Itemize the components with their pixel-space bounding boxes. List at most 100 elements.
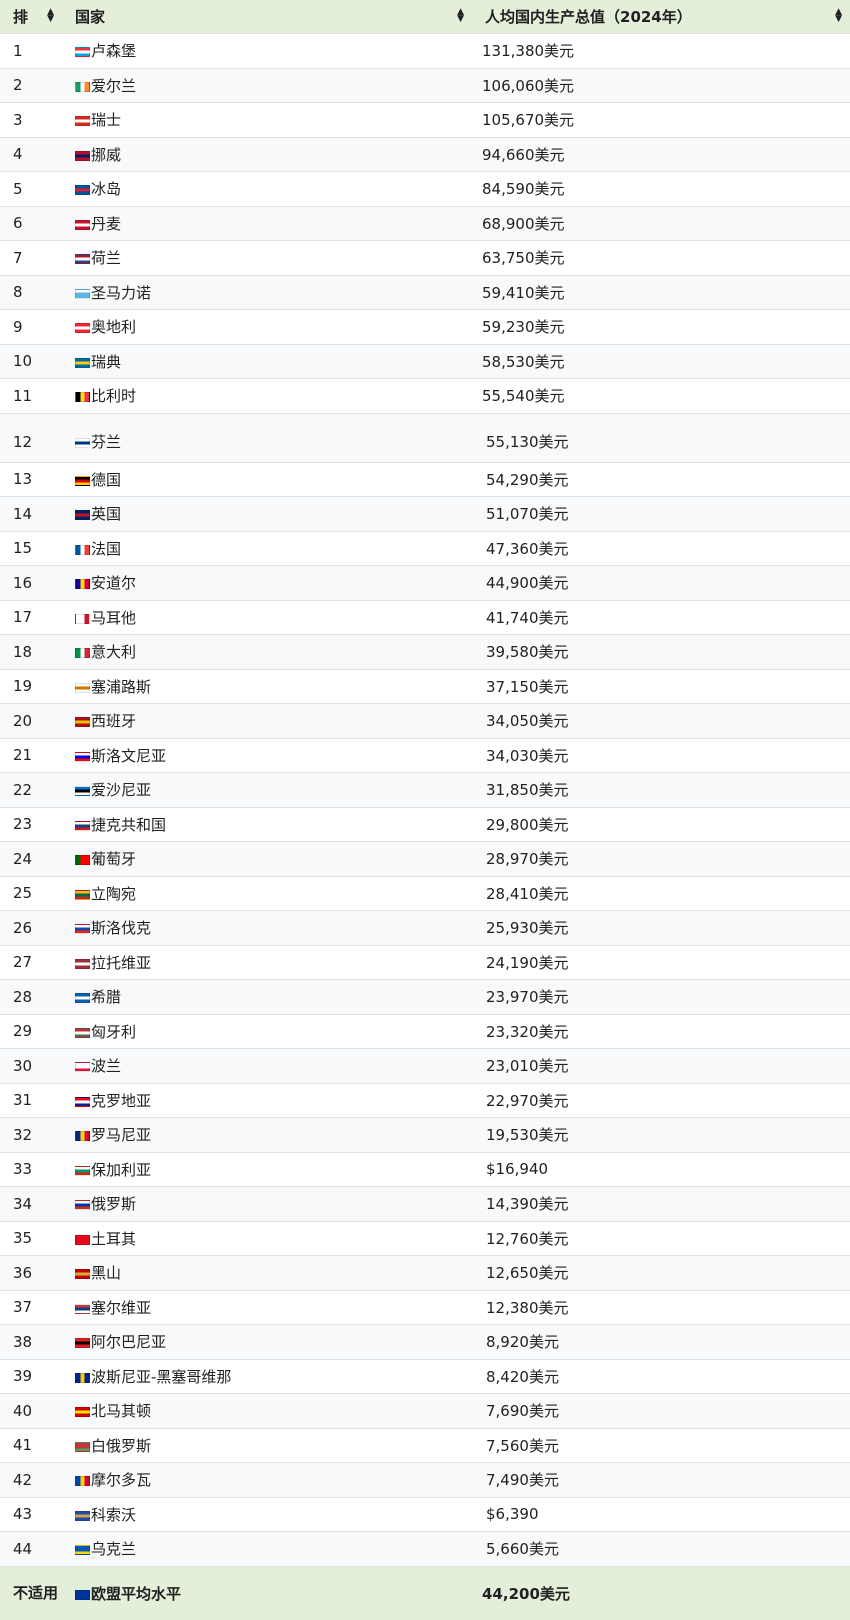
- country-name[interactable]: 科索沃: [91, 1506, 136, 1524]
- country-cell: 捷克共和国: [62, 806, 472, 842]
- country-name[interactable]: 意大利: [91, 643, 136, 661]
- sort-icon[interactable]: ▲ ▼: [835, 8, 842, 24]
- country-flag-icon: [75, 81, 90, 92]
- table-row: 29 匈牙利 23,320美元: [0, 1013, 850, 1049]
- country-flag-icon: [75, 1200, 90, 1211]
- country-flag-icon: [75, 1027, 90, 1038]
- total-gdp-cell: 44,200美元: [472, 1565, 850, 1620]
- rank-cell: 9: [0, 309, 62, 344]
- table-row: 10 瑞典 58,530美元: [0, 343, 850, 379]
- country-name[interactable]: 阿尔巴尼亚: [91, 1333, 166, 1351]
- gdp-header-label: 人均国内生产总值（2024年）: [485, 8, 692, 26]
- country-name[interactable]: 摩尔多瓦: [91, 1471, 151, 1489]
- country-cell: 立陶宛: [62, 875, 472, 911]
- country-flag-icon: [75, 510, 90, 521]
- country-name[interactable]: 比利时: [91, 387, 136, 405]
- country-name[interactable]: 土耳其: [91, 1230, 136, 1248]
- country-cell: 爱尔兰: [62, 67, 472, 103]
- country-name[interactable]: 塞尔维亚: [91, 1299, 151, 1317]
- table-row: 20 西班牙 34,050美元: [0, 703, 850, 738]
- gdp-cell: 59,230美元: [472, 309, 850, 344]
- country-name[interactable]: 俄罗斯: [91, 1195, 136, 1213]
- country-name[interactable]: 乌克兰: [91, 1540, 136, 1558]
- country-name[interactable]: 立陶宛: [91, 885, 136, 903]
- country-name[interactable]: 德国: [91, 471, 121, 489]
- country-name[interactable]: 北马其顿: [91, 1402, 151, 1420]
- country-name[interactable]: 瑞典: [91, 353, 121, 371]
- country-name[interactable]: 捷克共和国: [91, 816, 166, 834]
- rank-cell: 39: [0, 1358, 62, 1394]
- gdp-cell: 106,060美元: [472, 67, 850, 103]
- country-flag-icon: [75, 1234, 90, 1245]
- country-flag-icon: [75, 855, 90, 866]
- table-row: 3 瑞士 105,670美元: [0, 102, 850, 137]
- country-name[interactable]: 保加利亚: [91, 1161, 151, 1179]
- country-cell: 圣马力诺: [62, 274, 472, 310]
- country-name[interactable]: 冰岛: [91, 180, 121, 198]
- country-name[interactable]: 圣马力诺: [91, 284, 151, 302]
- country-name[interactable]: 爱尔兰: [91, 77, 136, 95]
- country-name[interactable]: 罗马尼亚: [91, 1126, 151, 1144]
- country-name[interactable]: 斯洛文尼亚: [91, 747, 166, 765]
- country-name[interactable]: 波斯尼亚-黑塞哥维那: [91, 1368, 231, 1386]
- rank-cell: 13: [0, 461, 62, 497]
- country-cell: 波兰: [62, 1048, 472, 1083]
- country-name[interactable]: 克罗地亚: [91, 1092, 151, 1110]
- country-name[interactable]: 安道尔: [91, 574, 136, 592]
- country-name[interactable]: 爱沙尼亚: [91, 781, 151, 799]
- rank-cell: 15: [0, 530, 62, 566]
- country-flag-icon: [75, 682, 90, 693]
- country-name[interactable]: 西班牙: [91, 712, 136, 730]
- country-name[interactable]: 塞浦路斯: [91, 678, 151, 696]
- country-name[interactable]: 丹麦: [91, 215, 121, 233]
- country-flag-icon: [75, 47, 90, 58]
- rank-cell: 12: [0, 412, 62, 462]
- country-name[interactable]: 挪威: [91, 146, 121, 164]
- country-name[interactable]: 瑞士: [91, 111, 121, 129]
- country-name[interactable]: 拉托维亚: [91, 954, 151, 972]
- country-flag-icon: [75, 150, 90, 161]
- country-flag-icon: [75, 1441, 90, 1452]
- country-name[interactable]: 卢森堡: [91, 42, 136, 60]
- country-flag-icon: [75, 751, 90, 762]
- country-name[interactable]: 白俄罗斯: [91, 1437, 151, 1455]
- country-name[interactable]: 马耳他: [91, 609, 136, 627]
- table-row: 4 挪威 94,660美元: [0, 136, 850, 172]
- country-name[interactable]: 黑山: [91, 1264, 121, 1282]
- table-row: 43 科索沃 $6,390: [0, 1496, 850, 1532]
- country-cell: 德国: [62, 461, 472, 497]
- table-row: 42 摩尔多瓦 7,490美元: [0, 1462, 850, 1497]
- rank-cell: 40: [0, 1393, 62, 1428]
- gdp-cell: 7,560美元: [472, 1427, 850, 1463]
- gdp-cell: 105,670美元: [472, 102, 850, 137]
- country-name[interactable]: 匈牙利: [91, 1023, 136, 1041]
- country-header-label: 国家: [75, 8, 106, 26]
- country-flag-icon: [75, 1338, 90, 1349]
- rank-cell: 14: [0, 496, 62, 531]
- gdp-cell: $16,940: [472, 1151, 850, 1187]
- country-flag-icon: [75, 613, 90, 624]
- sort-icon[interactable]: ▲ ▼: [47, 8, 54, 24]
- country-name[interactable]: 法国: [91, 540, 121, 558]
- sort-icon[interactable]: ▲ ▼: [457, 8, 464, 24]
- country-flag-icon: [75, 786, 90, 797]
- country-name[interactable]: 葡萄牙: [91, 850, 136, 868]
- country-column-header[interactable]: 国家 ▲ ▼: [62, 0, 472, 34]
- country-name[interactable]: 奥地利: [91, 318, 136, 336]
- gdp-column-header[interactable]: 人均国内生产总值（2024年） ▲ ▼: [472, 0, 850, 34]
- country-flag-icon: [75, 1476, 90, 1487]
- rank-cell: 28: [0, 979, 62, 1014]
- country-cell: 冰岛: [62, 171, 472, 206]
- country-name[interactable]: 荷兰: [91, 249, 121, 267]
- country-name[interactable]: 芬兰: [91, 433, 121, 451]
- country-flag-icon: [75, 1131, 90, 1142]
- country-name[interactable]: 希腊: [91, 988, 121, 1006]
- country-name[interactable]: 斯洛伐克: [91, 919, 151, 937]
- rank-cell: 25: [0, 875, 62, 911]
- rank-column-header[interactable]: 排 ▲ ▼: [0, 0, 62, 34]
- country-name[interactable]: 波兰: [91, 1057, 121, 1075]
- country-cell: 罗马尼亚: [62, 1117, 472, 1152]
- country-name[interactable]: 英国: [91, 505, 121, 523]
- rank-cell: 6: [0, 205, 62, 241]
- country-flag-icon: [75, 1165, 90, 1176]
